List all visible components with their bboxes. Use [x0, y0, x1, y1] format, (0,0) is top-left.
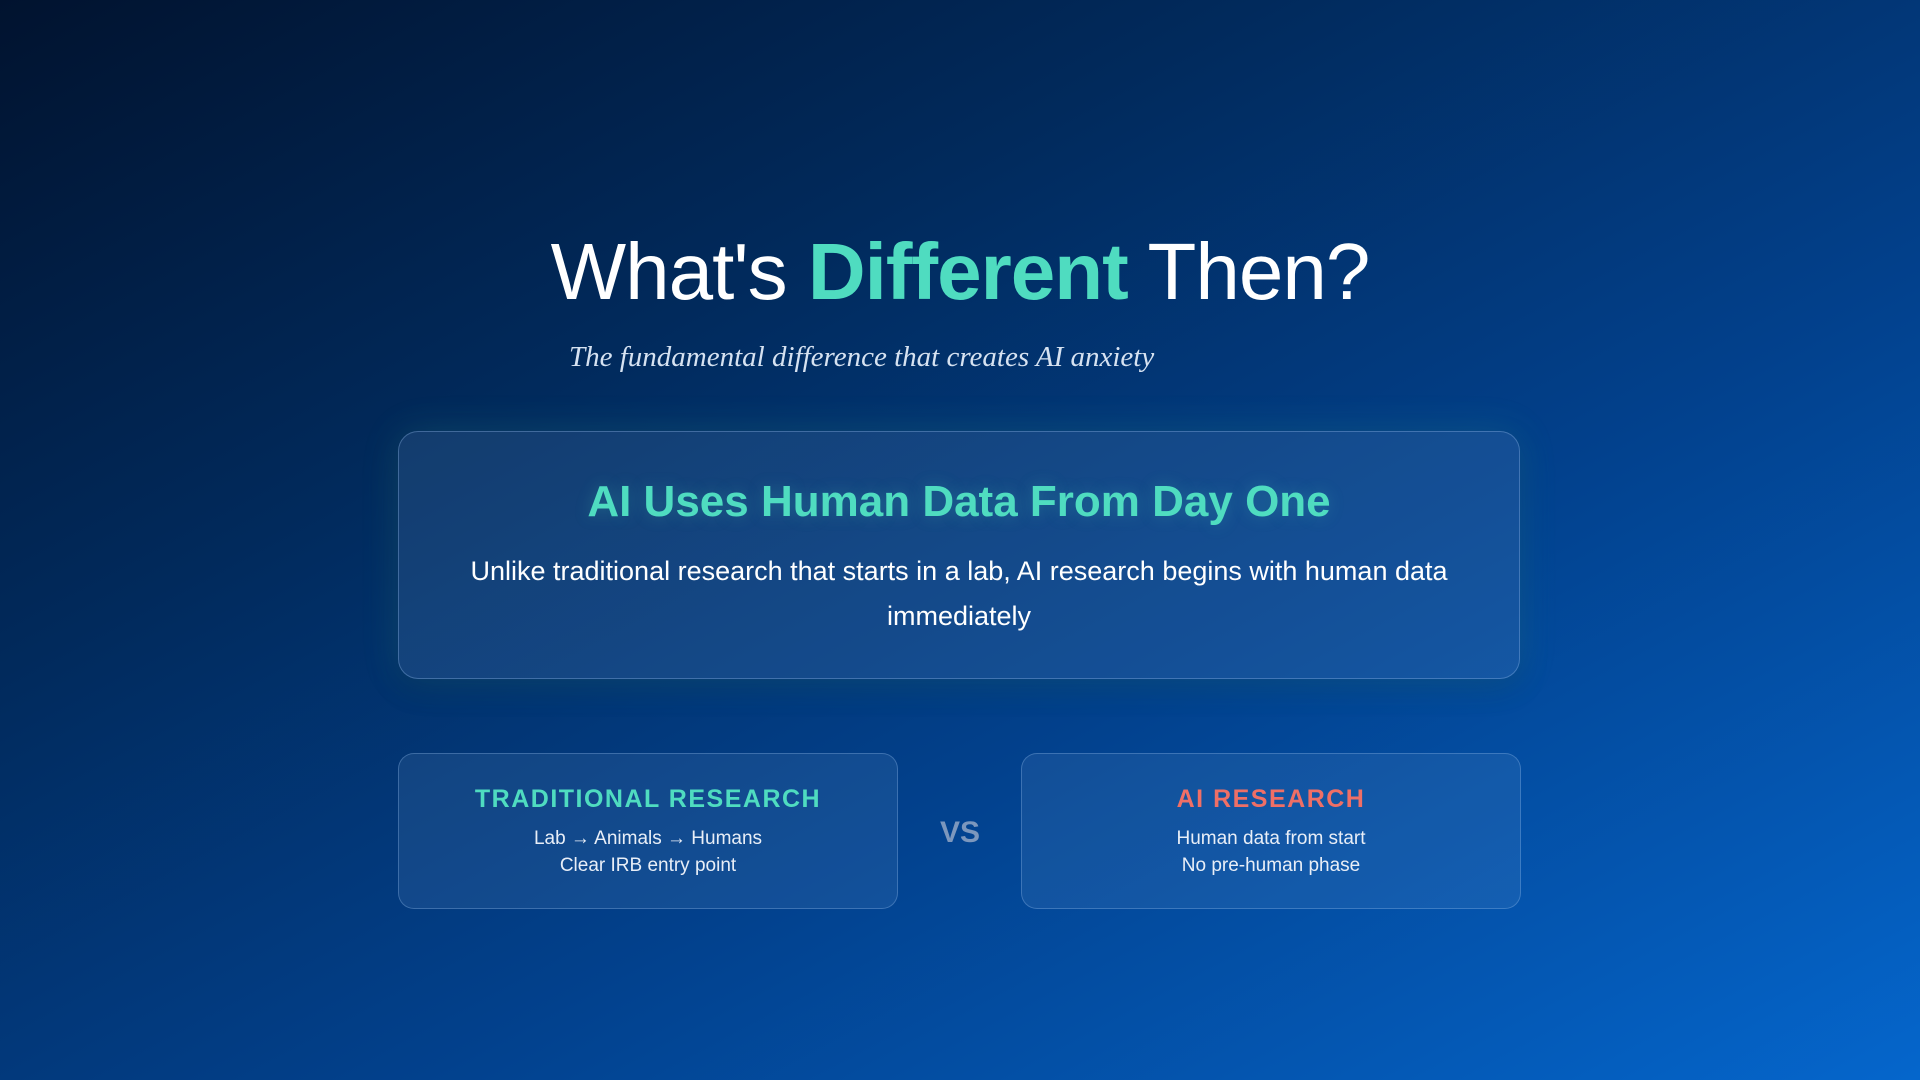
title-suffix: Then?	[1127, 227, 1371, 316]
title-prefix: What's	[550, 227, 808, 316]
ai-research-line-1: Human data from start	[1176, 828, 1366, 849]
hero-body: Unlike traditional research that starts …	[470, 556, 1448, 631]
traditional-research-line-1: Lab → Animals → Humans	[533, 828, 763, 849]
title-accent: Different	[807, 227, 1129, 316]
traditional-research-title: TRADITIONAL RESEARCH	[474, 785, 822, 813]
ai-research-card: AI RESEARCH Human data from start No pre…	[1021, 753, 1521, 909]
ai-research-line-2: No pre-human phase	[1181, 855, 1361, 876]
hero-heading: AI Uses Human Data From Day One	[587, 477, 1331, 526]
vs-separator: VS	[939, 816, 981, 849]
ai-research-title: AI RESEARCH	[1176, 785, 1366, 813]
traditional-research-line-2: Clear IRB entry point	[559, 855, 737, 876]
hero-card: AI Uses Human Data From Day One Unlike t…	[398, 431, 1520, 679]
traditional-research-card: TRADITIONAL RESEARCH Lab → Animals → Hum…	[398, 753, 898, 909]
page-subtitle: The fundamental difference that creates …	[569, 341, 1155, 373]
slide: What's Different Then? The fundamental d…	[0, 0, 1920, 1080]
page-title: What's Different Then?	[0, 222, 1920, 322]
